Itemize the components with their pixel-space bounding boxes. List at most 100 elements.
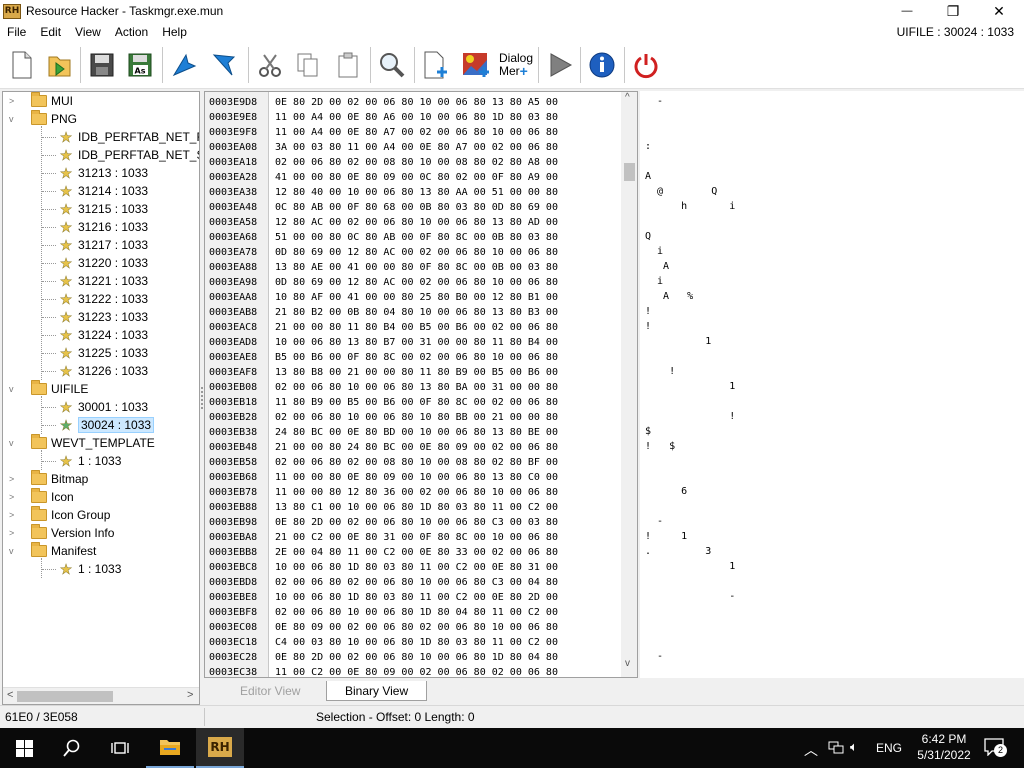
tree-scroll-thumb[interactable] [17,691,113,702]
tab-binary-view[interactable]: Binary View [326,681,428,701]
ascii-row[interactable]: i [645,274,663,289]
tree-resource-item[interactable]: ★ 31214 : 1033 [42,182,148,200]
hex-row[interactable]: 0003EBC8 10 00 06 80 1D 80 03 80 11 00 C2… [205,560,625,575]
scroll-up-icon[interactable]: ^ [625,92,630,103]
ascii-row[interactable]: h i [645,199,735,214]
tree-resource-item[interactable]: ★ 30024 : 1033 [42,416,155,434]
ascii-row[interactable]: - [645,649,663,664]
add-image-button[interactable] [460,48,492,82]
hex-bytes[interactable]: 10 00 06 80 1D 80 03 80 11 00 C2 00 0E 8… [275,560,558,575]
hex-bytes[interactable]: 13 80 B8 00 21 00 00 80 11 80 B9 00 B5 0… [275,365,558,380]
hex-row[interactable]: 0003EA68 51 00 00 80 0C 80 AB 00 0F 80 8C… [205,230,625,245]
hex-row[interactable]: 0003EA28 41 00 00 80 0E 80 09 00 0C 80 02… [205,170,625,185]
hex-row[interactable]: 0003EBB8 2E 00 04 80 11 00 C2 00 0E 80 33… [205,545,625,560]
hex-row[interactable]: 0003EA48 0C 80 AB 00 0F 80 68 00 0B 80 03… [205,200,625,215]
hex-bytes[interactable]: 10 00 06 80 13 80 B7 00 31 00 00 80 11 8… [275,335,558,350]
collapse-chevron-icon[interactable]: v [9,384,19,394]
tree-resource-item[interactable]: ★ 31226 : 1033 [42,362,148,380]
hex-bytes[interactable]: 21 00 C2 00 0E 80 31 00 0F 80 8C 00 10 0… [275,530,558,545]
language-indicator[interactable]: ENG [876,741,902,755]
hex-row[interactable]: 0003EB48 21 00 00 80 24 80 BC 00 0E 80 09… [205,440,625,455]
tree-folder-item[interactable]: > Version Info [9,524,114,542]
ascii-row[interactable]: 1 [645,379,735,394]
open-button[interactable] [44,48,76,82]
hex-row[interactable]: 0003EBA8 21 00 C2 00 0E 80 31 00 0F 80 8C… [205,530,625,545]
exit-button[interactable] [630,48,662,82]
start-button[interactable] [0,728,48,768]
notifications-button[interactable]: 2 [984,738,1008,758]
hex-row[interactable]: 0003EA08 3A 00 03 80 11 00 A4 00 0E 80 A7… [205,140,625,155]
expand-chevron-icon[interactable]: > [9,528,19,538]
tree-resource-item[interactable]: ★ 1 : 1033 [42,560,121,578]
ascii-row[interactable]: ! [645,304,651,319]
hex-bytes[interactable]: 2E 00 04 80 11 00 C2 00 0E 80 33 00 02 0… [275,545,558,560]
close-button[interactable]: ✕ [976,0,1022,22]
hex-row[interactable]: 0003EBD8 02 00 06 80 02 00 06 80 10 00 06… [205,575,625,590]
compile-run-button[interactable] [544,48,576,82]
task-view-button[interactable] [96,728,144,768]
hex-bytes[interactable]: 21 80 B2 00 0B 80 04 80 10 00 06 80 13 8… [275,305,558,320]
tree-resource-item[interactable]: ★ 31221 : 1033 [42,272,148,290]
hex-row[interactable]: 0003EBF8 02 00 06 80 10 00 06 80 1D 80 04… [205,605,625,620]
hex-row[interactable]: 0003EC38 11 00 C2 00 0E 80 09 00 02 00 06… [205,665,625,677]
hex-bytes[interactable]: 0E 80 09 00 02 00 06 80 02 00 06 80 10 0… [275,620,558,635]
hex-row[interactable]: 0003EB18 11 80 B9 00 B5 00 B6 00 0F 80 8C… [205,395,625,410]
ascii-row[interactable]: 1 [645,559,735,574]
hex-bytes[interactable]: B5 00 B6 00 0F 80 8C 00 02 00 06 80 10 0… [275,350,558,365]
tree-resource-item[interactable]: ★ IDB_PERFTAB_NET_R [42,128,199,146]
hex-bytes[interactable]: 3A 00 03 80 11 00 A4 00 0E 80 A7 00 02 0… [275,140,558,155]
hex-row[interactable]: 0003EB08 02 00 06 80 10 00 06 80 13 80 BA… [205,380,625,395]
tree-resource-item[interactable]: ★ IDB_PERFTAB_NET_S [42,146,199,164]
ascii-row[interactable]: 1 [645,334,711,349]
find-button[interactable] [376,48,408,82]
menu-action[interactable]: Action [108,25,155,39]
hex-row[interactable]: 0003EA98 0D 80 69 00 12 80 AC 00 02 00 06… [205,275,625,290]
hex-editor[interactable]: 0003E9D8 0E 80 2D 00 02 00 06 80 10 00 06… [204,91,638,678]
save-button[interactable] [86,48,118,82]
network-icon[interactable] [828,741,844,755]
hex-bytes[interactable]: 10 00 06 80 1D 80 03 80 11 00 C2 00 0E 8… [275,590,558,605]
tree-resource-item[interactable]: ★ 31217 : 1033 [42,236,148,254]
hex-bytes[interactable]: 0C 80 AB 00 0F 80 68 00 0B 80 03 80 0D 8… [275,200,558,215]
hex-row[interactable]: 0003EAA8 10 80 AF 00 41 00 00 80 25 80 B0… [205,290,625,305]
hex-bytes[interactable]: 02 00 06 80 10 00 06 80 1D 80 04 80 11 0… [275,605,558,620]
ascii-row[interactable]: ! [645,364,675,379]
hex-bytes[interactable]: 02 00 06 80 02 00 08 80 10 00 08 80 02 8… [275,155,558,170]
hex-bytes[interactable]: 11 00 A4 00 0E 80 A6 00 10 00 06 80 1D 8… [275,110,558,125]
ascii-row[interactable]: - [645,514,663,529]
hex-bytes[interactable]: 0E 80 2D 00 02 00 06 80 10 00 06 80 13 8… [275,95,558,110]
tree-folder-item[interactable]: > Icon Group [9,506,110,524]
hex-row[interactable]: 0003EAC8 21 00 00 80 11 80 B4 00 B5 00 B6… [205,320,625,335]
dialog-merge-button[interactable]: Dialog Mer + [498,48,534,82]
paste-button[interactable] [332,48,364,82]
back-button[interactable] [168,48,200,82]
tree-folder-item[interactable]: v UIFILE [9,380,88,398]
hex-bytes[interactable]: 02 00 06 80 10 00 06 80 13 80 BA 00 31 0… [275,380,558,395]
ascii-view[interactable]: -:A @ Q h iQ i A i A %!! 1 ! 1 ! $! $ 6 -… [640,91,1024,678]
hex-bytes[interactable]: 0E 80 2D 00 02 00 06 80 10 00 06 80 C3 0… [275,515,558,530]
tree-resource-item[interactable]: ★ 31225 : 1033 [42,344,148,362]
tree-resource-item[interactable]: ★ 30001 : 1033 [42,398,148,416]
hex-row[interactable]: 0003EA58 12 80 AC 00 02 00 06 80 10 00 06… [205,215,625,230]
hex-bytes[interactable]: 21 00 00 80 11 80 B4 00 B5 00 B6 00 02 0… [275,320,558,335]
hex-row[interactable]: 0003EB88 13 80 C1 00 10 00 06 80 1D 80 03… [205,500,625,515]
hex-row[interactable]: 0003EB28 02 00 06 80 10 00 06 80 10 80 BB… [205,410,625,425]
ascii-row[interactable]: i [645,244,663,259]
hex-scroll-thumb[interactable] [624,163,635,181]
ascii-row[interactable]: @ Q [645,184,717,199]
scroll-right-icon[interactable]: > [187,689,193,701]
expand-chevron-icon[interactable]: > [9,474,19,484]
ascii-row[interactable]: ! $ [645,439,675,454]
ascii-row[interactable]: : [645,139,651,154]
resource-hacker-taskbar-button[interactable]: RH [196,728,244,768]
hex-row[interactable]: 0003EB98 0E 80 2D 00 02 00 06 80 10 00 06… [205,515,625,530]
tree-folder-item[interactable]: > Icon [9,488,74,506]
hex-bytes[interactable]: 41 00 00 80 0E 80 09 00 0C 80 02 00 0F 8… [275,170,558,185]
hex-row[interactable]: 0003EA18 02 00 06 80 02 00 08 80 10 00 08… [205,155,625,170]
ascii-row[interactable]: A % [645,289,693,304]
collapse-chevron-icon[interactable]: v [9,438,19,448]
tree-folder-item[interactable]: > MUI [9,92,73,110]
hex-row[interactable]: 0003EAE8 B5 00 B6 00 0F 80 8C 00 02 00 06… [205,350,625,365]
hex-bytes[interactable]: 11 00 C2 00 0E 80 09 00 02 00 06 80 02 0… [275,665,558,677]
ascii-row[interactable]: Q [645,229,651,244]
